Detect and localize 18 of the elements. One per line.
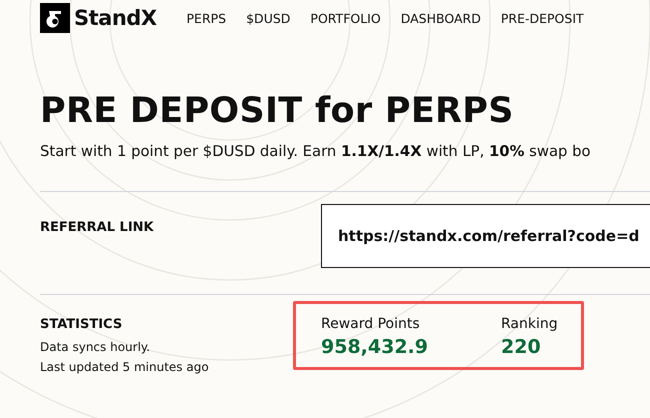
- referral-link-field[interactable]: https://standx.com/referral?code=d: [321, 204, 650, 268]
- note-text: Data syncs hourly.: [40, 340, 152, 354]
- stat-value: 220: [501, 336, 542, 358]
- stat-label: Ranking: [501, 316, 558, 332]
- nav-link[interactable]: $DUSD: [246, 10, 290, 26]
- nav-link[interactable]: PORTFOLIO: [310, 10, 381, 26]
- section-label: STATISTICS: [40, 317, 124, 332]
- nav-link[interactable]: PRE-DEPOSIT: [500, 10, 584, 26]
- stat-label: Reward Points: [321, 316, 421, 332]
- page-title: PRE DEPOSIT for PERPS: [40, 91, 515, 131]
- logo-text: StandX: [74, 6, 157, 30]
- note-text: Last updated 5 minutes ago: [40, 360, 210, 374]
- logo-icon: [40, 3, 70, 33]
- subtitle: Start with 1 point per $DUSD daily. Earn 1.1X/1.4X with LP, 10% swap bo: [40, 143, 592, 160]
- nav-link[interactable]: DASHBOARD: [400, 10, 481, 26]
- section-label: REFERRAL LINK: [40, 220, 155, 237]
- nav-link[interactable]: PERPS: [186, 10, 226, 26]
- stat-value: 958,432.9: [321, 336, 429, 358]
